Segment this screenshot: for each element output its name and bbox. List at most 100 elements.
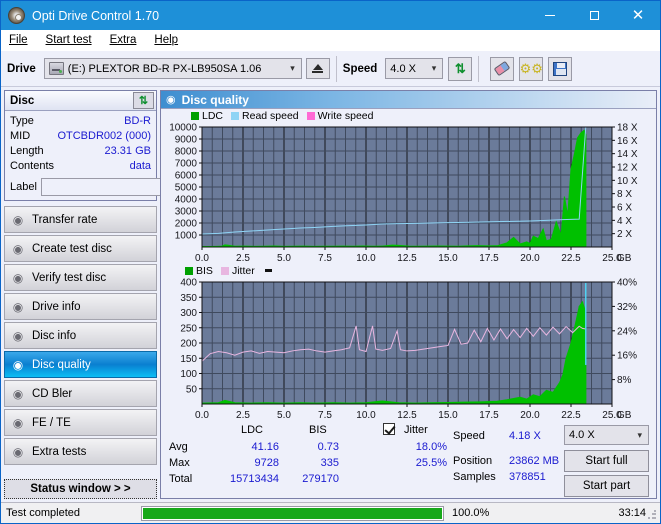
svg-text:6 X: 6 X bbox=[617, 203, 632, 214]
svg-text:5.0: 5.0 bbox=[277, 410, 291, 421]
disc-contents-value: data bbox=[129, 160, 151, 172]
refresh-icon: ⇅ bbox=[138, 95, 149, 107]
drive-select[interactable]: (E:) PLEXTOR BD-R PX-LB950SA 1.06 ▾ bbox=[43, 58, 302, 79]
eject-icon bbox=[312, 64, 324, 73]
eject-button[interactable] bbox=[305, 58, 330, 79]
menu-file[interactable]: File bbox=[9, 34, 28, 46]
panel-title: Disc quality bbox=[181, 92, 249, 107]
disc-extra-icon: ◉ bbox=[12, 444, 24, 459]
elapsed-time: 33:14 bbox=[618, 507, 646, 519]
status-window-button[interactable]: Status window > > bbox=[4, 479, 157, 499]
maximize-button[interactable] bbox=[572, 1, 616, 30]
disc-contents-label: Contents bbox=[10, 160, 55, 172]
settings-button[interactable]: ⚙⚙ bbox=[519, 56, 544, 81]
svg-text:16 X: 16 X bbox=[617, 136, 638, 147]
legend-label: Write speed bbox=[317, 110, 374, 122]
sidebar-item-transfer-rate[interactable]: ◉ Transfer rate bbox=[4, 206, 157, 233]
menu-help[interactable]: Help bbox=[154, 34, 178, 46]
svg-text:18 X: 18 X bbox=[617, 123, 638, 134]
svg-text:9000: 9000 bbox=[175, 135, 198, 146]
close-button[interactable]: ✕ bbox=[616, 1, 660, 30]
disc-type-value: BD-R bbox=[124, 115, 151, 127]
svg-text:100: 100 bbox=[180, 369, 197, 380]
save-icon bbox=[553, 61, 568, 76]
svg-text:17.5: 17.5 bbox=[479, 410, 499, 421]
stats-avg-ldc: 41.16 bbox=[251, 441, 279, 453]
test-speed-select[interactable]: 4.0 X ▾ bbox=[564, 425, 649, 445]
sidebar-item-label: Disc info bbox=[32, 329, 77, 342]
speed-select[interactable]: 4.0 X ▾ bbox=[385, 58, 444, 79]
stats-avg-jitter: 18.0% bbox=[415, 441, 447, 453]
sidebar-item-drive-info[interactable]: ◉ Drive info bbox=[4, 293, 157, 320]
start-full-button[interactable]: Start full bbox=[564, 450, 649, 472]
chevron-down-icon: ▾ bbox=[637, 429, 642, 440]
disc-quality-icon: ◉ bbox=[166, 94, 176, 106]
jitter-checkbox[interactable] bbox=[383, 423, 395, 436]
legend-label: LDC bbox=[202, 110, 224, 122]
stats-area: LDC BIS Jitter Avg 41.16 0.73 18.0% Max … bbox=[161, 420, 656, 498]
svg-text:8%: 8% bbox=[617, 375, 632, 386]
menu-start-test-label: Start test bbox=[45, 34, 92, 46]
legend-label: Read speed bbox=[242, 110, 299, 122]
svg-text:20.0: 20.0 bbox=[520, 253, 540, 264]
svg-text:12.5: 12.5 bbox=[397, 410, 417, 421]
save-button[interactable] bbox=[548, 56, 573, 81]
stats-row-total-label: Total bbox=[169, 473, 193, 485]
stats-header-ldc: LDC bbox=[241, 424, 264, 436]
sidebar-item-label: CD Bler bbox=[32, 387, 73, 400]
bis-jitter-chart[interactable]: BIS Jitter 400 350 300 250 200 150 100 50 40% 32% 2… bbox=[161, 264, 656, 421]
sidebar-item-extra-tests[interactable]: ◉ Extra tests bbox=[4, 438, 157, 465]
menu-help-label: Help bbox=[154, 34, 179, 46]
menu-start-test[interactable]: Start test bbox=[46, 34, 92, 46]
sidebar-item-fe-te[interactable]: ◉ FE / TE bbox=[4, 409, 157, 436]
disc-burn-icon: ◉ bbox=[12, 241, 24, 256]
left-column: Disc ⇅ Type BD-R MID OTCBDR002 (000) Len… bbox=[4, 90, 243, 499]
svg-text:300: 300 bbox=[180, 308, 197, 319]
svg-text:40%: 40% bbox=[617, 277, 637, 288]
svg-text:2.5: 2.5 bbox=[236, 253, 250, 264]
sidebar-item-label: FE / TE bbox=[32, 416, 71, 429]
stats-table: LDC BIS Jitter Avg 41.16 0.73 18.0% Max … bbox=[161, 423, 453, 498]
stats-max-ldc: 9728 bbox=[254, 457, 279, 469]
legend-entry: Write speed bbox=[306, 110, 374, 122]
sidebar-item-verify-test-disc[interactable]: ◉ Verify test disc bbox=[4, 264, 157, 291]
svg-text:7.5: 7.5 bbox=[318, 253, 332, 264]
svg-text:4000: 4000 bbox=[175, 195, 198, 206]
svg-text:8000: 8000 bbox=[175, 147, 198, 158]
sidebar-item-cd-bler[interactable]: ◉ CD Bler bbox=[4, 380, 157, 407]
svg-text:4 X: 4 X bbox=[617, 216, 632, 227]
legend-swatch bbox=[306, 112, 315, 120]
resize-grip[interactable] bbox=[647, 510, 657, 520]
svg-text:GB: GB bbox=[617, 253, 632, 264]
menu-extra[interactable]: Extra bbox=[110, 34, 137, 46]
stats-row-avg-label: Avg bbox=[169, 441, 188, 453]
close-icon: ✕ bbox=[631, 7, 645, 24]
menu-file-label: File bbox=[9, 34, 28, 46]
disc-info-icon: ◉ bbox=[12, 328, 24, 343]
sidebar-item-disc-quality[interactable]: ◉ Disc quality bbox=[4, 351, 157, 378]
sidebar-item-disc-info[interactable]: ◉ Disc info bbox=[4, 322, 157, 349]
sidebar-item-label: Verify test disc bbox=[32, 271, 107, 284]
clear-button[interactable] bbox=[490, 56, 515, 81]
svg-text:0.0: 0.0 bbox=[195, 253, 209, 264]
svg-text:24%: 24% bbox=[617, 326, 637, 337]
svg-text:16%: 16% bbox=[617, 350, 637, 361]
disc-refresh-button[interactable]: ⇅ bbox=[133, 92, 154, 109]
checkbox-icon bbox=[383, 423, 395, 435]
gears-icon: ⚙⚙ bbox=[519, 60, 543, 76]
stats-controls: Speed 4.18 X Position 23862 MB Samples 3… bbox=[453, 424, 656, 498]
toolbar-separator-2 bbox=[478, 55, 480, 82]
legend-entry: BIS bbox=[185, 265, 213, 277]
disc-label-row: Label bbox=[10, 177, 243, 196]
disc-fete-icon: ◉ bbox=[12, 415, 24, 430]
right-panel: ◉ Disc quality LDC Read speed Write speed … bbox=[160, 90, 657, 499]
speed-select-value: 4.0 X bbox=[390, 62, 416, 75]
start-part-button[interactable]: Start part bbox=[564, 475, 649, 497]
minimize-button[interactable] bbox=[528, 1, 572, 30]
progress-bar bbox=[141, 505, 444, 521]
refresh-button[interactable]: ⇅ bbox=[448, 56, 473, 81]
ldc-chart[interactable]: LDC Read speed Write speed 10000 9000 8000 70… bbox=[161, 109, 656, 264]
sidebar-item-create-test-disc[interactable]: ◉ Create test disc bbox=[4, 235, 157, 262]
speed-label: Speed bbox=[342, 62, 378, 75]
disc-quality-icon: ◉ bbox=[12, 357, 24, 372]
